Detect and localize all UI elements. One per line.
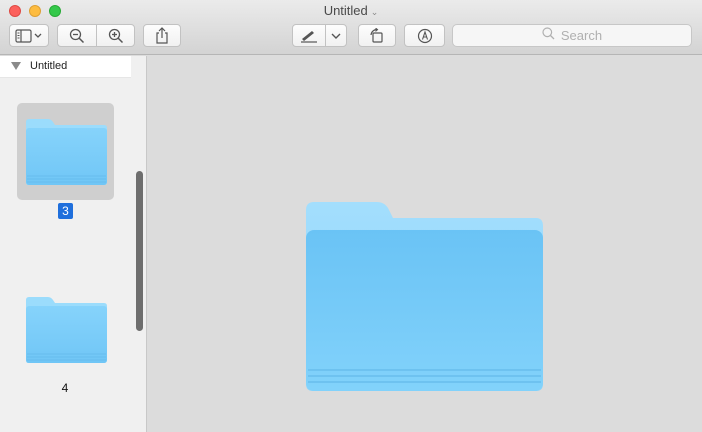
sidebar-scrollbar[interactable] — [136, 171, 143, 331]
search-icon — [542, 26, 555, 45]
main-page-image — [305, 202, 545, 397]
markup-circle-icon — [417, 28, 433, 44]
share-button[interactable] — [143, 24, 181, 47]
page-thumbnail-4[interactable] — [24, 296, 108, 369]
markup-pen-button[interactable] — [292, 24, 325, 47]
folder-icon — [24, 297, 108, 368]
share-icon — [155, 27, 169, 44]
page-label-3: 3 — [58, 203, 73, 219]
document-view[interactable] — [148, 56, 702, 432]
thumbnail-sidebar: Untitled 3 4 — [0, 56, 147, 432]
zoom-out-button[interactable] — [57, 24, 96, 47]
sidebar-document-name: Untitled — [30, 60, 68, 72]
window-title[interactable]: Untitled ⌄ — [0, 3, 702, 18]
rotate-button[interactable] — [358, 24, 396, 47]
title-chevron-icon: ⌄ — [370, 7, 379, 17]
pen-dropdown-button[interactable] — [325, 24, 347, 47]
disclosure-triangle-icon[interactable] — [11, 62, 21, 70]
search-placeholder: Search — [560, 28, 603, 43]
zoom-out-icon — [69, 28, 85, 44]
rotate-icon — [369, 27, 385, 44]
sidebar-toggle-button[interactable] — [9, 24, 49, 47]
page-label-4: 4 — [61, 381, 69, 395]
zoom-in-button[interactable] — [96, 24, 135, 47]
page-thumbnail-3[interactable] — [24, 118, 108, 191]
markup-toolbar-button[interactable] — [404, 24, 445, 47]
zoom-in-icon — [108, 28, 124, 44]
folder-icon — [24, 119, 108, 190]
sidebar-document-header[interactable]: Untitled — [0, 56, 131, 78]
sidebar-icon — [15, 28, 43, 43]
search-field[interactable]: Search — [452, 24, 692, 47]
title-toolbar: Untitled ⌄ Search — [0, 0, 702, 55]
chevron-down-icon — [331, 32, 341, 40]
folder-icon — [305, 202, 545, 396]
preview-window: Untitled ⌄ Search Untitled 3 4 — [0, 0, 702, 432]
pen-icon — [299, 29, 319, 43]
window-title-text: Untitled — [323, 3, 368, 18]
